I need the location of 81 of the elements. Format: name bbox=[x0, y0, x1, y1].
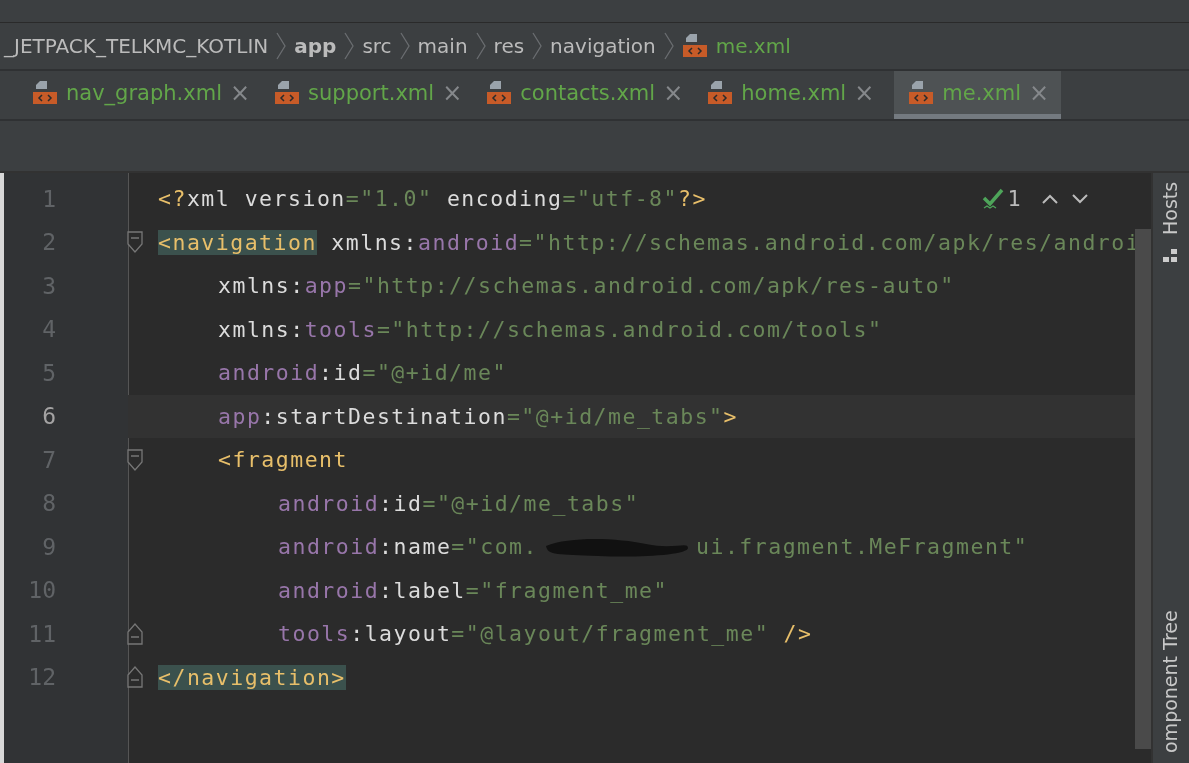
fold-icon[interactable] bbox=[126, 447, 144, 472]
code-token: <fragment bbox=[218, 447, 348, 473]
fold-icon[interactable] bbox=[126, 665, 144, 690]
code-token: ?> bbox=[678, 186, 707, 212]
xml-file-icon bbox=[681, 33, 708, 59]
code-token: ="fragment_me" bbox=[465, 577, 668, 603]
code-token: ="http://schemas.android.com/tools" bbox=[376, 316, 883, 342]
inspection-count: 1 bbox=[1007, 187, 1021, 211]
code-token: xmlns: bbox=[218, 316, 305, 342]
check-icon[interactable] bbox=[981, 188, 1004, 210]
close-icon[interactable]: × bbox=[663, 78, 684, 107]
chevron-right-icon bbox=[276, 32, 287, 60]
fold-icon[interactable] bbox=[126, 621, 144, 646]
breadcrumb-item[interactable]: me.xml bbox=[715, 34, 791, 58]
xml-file-icon bbox=[32, 79, 58, 106]
code-token: ="@+id/me_tabs" bbox=[422, 490, 640, 516]
code-token: app bbox=[304, 273, 348, 299]
chevron-up-icon[interactable] bbox=[1041, 192, 1059, 206]
code-token: ui.fragment.MeFragment" bbox=[696, 534, 1029, 560]
xml-file-icon bbox=[707, 79, 734, 106]
editor-tab[interactable]: support.xml × bbox=[270, 71, 475, 119]
code-token: ="utf-8" bbox=[562, 186, 678, 212]
breadcrumb-item[interactable]: res bbox=[493, 34, 525, 58]
code-token: :layout bbox=[350, 621, 452, 647]
hierarchy-icon bbox=[1163, 249, 1179, 263]
code-token: :id bbox=[379, 490, 423, 516]
code-token: android bbox=[278, 577, 380, 603]
code-token: app bbox=[218, 403, 262, 429]
code-token: ="@+id/me" bbox=[362, 360, 507, 386]
breadcrumb-item[interactable]: main bbox=[417, 34, 468, 58]
fold-icon[interactable] bbox=[126, 230, 144, 255]
code-token: > bbox=[723, 403, 739, 429]
component-tree-tab[interactable]: omponent Tree bbox=[1159, 610, 1181, 753]
code-token: <? bbox=[158, 186, 187, 212]
chevron-down-icon[interactable] bbox=[1071, 192, 1089, 206]
hosts-tab[interactable]: Hosts bbox=[1159, 181, 1181, 235]
chevron-right-icon bbox=[344, 32, 355, 60]
xml-file-icon bbox=[274, 79, 301, 106]
close-icon[interactable]: × bbox=[442, 78, 463, 107]
code-token: android bbox=[418, 229, 520, 255]
code-token: xmlns: bbox=[218, 273, 305, 299]
editor-tab[interactable]: me.xml × bbox=[894, 71, 1062, 119]
scrollbar[interactable] bbox=[1135, 229, 1151, 749]
code-token: tools bbox=[278, 621, 351, 647]
code-token: android bbox=[218, 360, 320, 386]
code-token: android bbox=[278, 490, 380, 516]
xml-file-icon bbox=[908, 79, 935, 106]
code-token: ="http://schemas.android.com/apk/res/androi bbox=[519, 229, 1141, 255]
code-token: :name bbox=[379, 534, 452, 560]
editor-tab[interactable]: contacts.xml × bbox=[482, 71, 696, 119]
code-token: encoding bbox=[445, 186, 563, 212]
line-number: 6 bbox=[41, 403, 56, 430]
code-token: :startDestination bbox=[261, 403, 507, 429]
breadcrumb-item[interactable]: app bbox=[294, 34, 337, 58]
breadcrumb-item[interactable]: src bbox=[362, 34, 392, 58]
chevron-right-icon bbox=[399, 32, 410, 60]
code-token: android bbox=[278, 534, 380, 560]
code-token: ="@layout/fragment_me" bbox=[451, 621, 770, 647]
close-icon[interactable]: × bbox=[1029, 78, 1050, 107]
code-token: :id bbox=[319, 360, 363, 386]
close-icon[interactable]: × bbox=[230, 78, 251, 107]
chevron-right-icon bbox=[663, 32, 674, 60]
xml-file-icon bbox=[486, 79, 513, 106]
code-token: xmlns: bbox=[330, 229, 418, 255]
code-token: :label bbox=[379, 577, 466, 603]
code-token: /> bbox=[782, 621, 813, 647]
chevron-right-icon bbox=[475, 32, 486, 60]
editor-tab[interactable]: home.xml × bbox=[703, 71, 887, 119]
code-token: ="@+id/me_tabs" bbox=[506, 403, 724, 429]
close-icon[interactable]: × bbox=[854, 78, 875, 107]
code-token: <navigation bbox=[158, 229, 317, 255]
breadcrumb-item[interactable]: navigation bbox=[550, 34, 656, 58]
breadcrumb-item[interactable]: _JETPACK_TELKMC_KOTLIN bbox=[4, 34, 269, 58]
code-token: ="http://schemas.android.com/apk/res-auto" bbox=[348, 273, 955, 299]
code-token: </navigation> bbox=[158, 664, 346, 690]
chevron-right-icon bbox=[532, 32, 543, 60]
code-token: tools bbox=[304, 316, 377, 342]
code-token: xml version bbox=[186, 186, 346, 212]
editor-tab[interactable]: nav_graph.xml × bbox=[28, 71, 263, 119]
code-token: ="com. bbox=[451, 534, 538, 560]
code-token: ="1.0" bbox=[345, 186, 433, 212]
